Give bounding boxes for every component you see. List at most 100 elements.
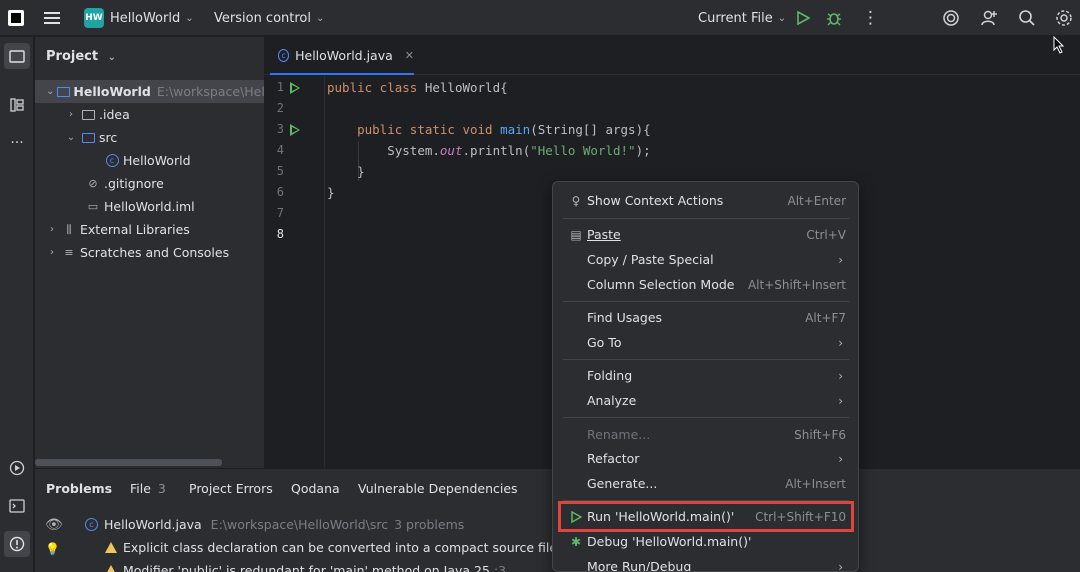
bug-icon [827,13,841,26]
problems-tool-icon[interactable] [4,531,30,557]
structure-tool-icon[interactable] [4,92,30,118]
run-button[interactable] [796,0,810,36]
project-selector[interactable]: HW HelloWorld ⌄ [84,0,194,36]
tab-project-errors[interactable]: Project Errors [189,469,273,507]
tab-qodana[interactable]: Qodana [291,469,340,507]
tree-item-label: .idea [99,107,130,122]
tab-vulnerable-dependencies[interactable]: Vulnerable Dependencies [358,469,518,507]
chevron-right-icon: › [50,247,54,258]
code-line-6: } [327,185,335,200]
menu-item-find-usages[interactable]: Find Usages Alt+F7 [561,305,851,330]
java-class-icon: c [278,48,290,62]
problem-item[interactable]: Modifier 'public' is redundant for 'main… [105,559,506,572]
menu-item-folding[interactable]: Folding › [561,363,851,388]
title-bar: HW HelloWorld ⌄ Version control ⌄ Curren… [0,0,1080,36]
debug-button[interactable] [826,0,842,36]
menu-item-go-to[interactable]: Go To › [561,330,851,355]
more-tools-icon[interactable]: ··· [4,130,30,156]
tree-item-label: src [99,130,118,145]
tree-item-idea[interactable]: › .idea [35,103,264,126]
chevron-right-icon: › [69,109,73,120]
menu-item-more-run-debug[interactable]: More Run/Debug › [561,554,851,572]
tree-item-label: HelloWorld [123,153,191,168]
java-class-icon: c [104,154,120,168]
project-badge: HW [84,8,104,28]
main-menu-button[interactable] [44,0,60,36]
code-line-3: public static void main(String[] args){ [357,122,651,137]
chevron-right-icon: › [838,559,843,572]
tree-item-path: E:\workspace\Hello [156,84,264,99]
menu-separator [563,359,849,360]
bug-icon: ✱ [570,534,582,549]
chevron-right-icon: › [838,252,843,267]
project-panel-title: Project [46,49,99,64]
services-run-icon[interactable] [4,455,30,481]
tree-item-external-libraries[interactable]: › ⫼ External Libraries [35,218,264,241]
play-icon [797,11,810,25]
app-logo-icon [8,0,24,36]
menu-item-copy-paste-special[interactable]: Copy / Paste Special › [561,247,851,272]
menu-item-generate[interactable]: Generate... Alt+Insert [561,471,851,496]
tree-item-label: .gitignore [104,176,164,191]
problem-item[interactable]: Explicit class declaration can be conver… [105,536,573,558]
more-actions-icon[interactable]: ⋮ [862,0,879,36]
search-icon[interactable] [1018,0,1036,36]
project-panel: Project ⌄ ⌄ HelloWorld E:\workspace\Hell… [35,37,264,468]
editor-tab-bar: c HelloWorld.java ✕ [264,37,1080,75]
line-number: 1 [276,80,284,94]
problems-count: 3 problems [394,516,465,532]
eye-icon[interactable]: 👁 [45,517,63,533]
tree-item-label: HelloWorld [73,84,151,99]
run-gutter-play-icon[interactable] [290,82,300,94]
code-line-5: } [357,164,365,179]
settings-gear-icon[interactable] [1055,0,1073,36]
tab-label: HelloWorld.java [295,47,393,63]
code-line-4: System.out.println("Hello World!"); [387,143,651,158]
module-file-icon: ▭ [87,200,99,213]
menu-item-paste[interactable]: ▤ Paste Ctrl+V [561,222,851,247]
hamburger-icon [44,12,60,24]
chevron-right-icon: › [838,368,843,383]
tree-item-scratches[interactable]: › ≡ Scratches and Consoles [35,241,264,264]
tree-item-iml[interactable]: ▭ HelloWorld.iml [35,195,264,218]
menu-item-rename[interactable]: Rename... Shift+F6 [561,422,851,447]
menu-item-run-main[interactable]: Run 'HelloWorld.main()' Ctrl+Shift+F10 [558,501,854,532]
ai-assistant-icon[interactable] [942,0,960,36]
run-gutter-play-icon[interactable] [290,124,300,136]
vcs-selector[interactable]: Version control ⌄ [214,0,324,36]
problems-file-row[interactable]: c HelloWorld.java E:\workspace\HelloWorl… [85,513,464,535]
tree-item-gitignore[interactable]: ⊘ .gitignore [35,172,264,195]
tree-item-label: HelloWorld.iml [104,199,195,214]
play-icon [569,510,583,524]
menu-item-refactor[interactable]: Refactor › [561,446,851,471]
tree-item-helloworld-class[interactable]: c HelloWorld [35,149,264,172]
tab-file[interactable]: File 3 [130,469,166,507]
menu-item-show-context-actions[interactable]: ♀ Show Context Actions Alt+Enter [561,188,851,213]
project-tool-folder-icon[interactable] [4,43,30,69]
line-number: 8 [276,227,284,241]
add-user-icon[interactable] [980,0,998,36]
run-config-selector[interactable]: Current File ⌄ [698,0,786,36]
close-icon[interactable]: ✕ [405,49,414,62]
module-folder-icon [57,85,71,99]
menu-item-column-selection-mode[interactable]: Column Selection Mode Alt+Shift+Insert [561,272,851,297]
project-horizontal-scrollbar[interactable] [35,459,222,466]
tree-item-src[interactable]: ⌄ src [35,126,264,149]
chevron-down-icon: ⌄ [777,12,787,24]
tree-item-helloworld-root[interactable]: ⌄ HelloWorld E:\workspace\Hello [35,80,264,103]
tab-problems[interactable]: Problems [46,469,112,507]
menu-separator [563,218,849,219]
project-panel-header[interactable]: Project ⌄ [46,49,116,64]
bulb-icon[interactable]: 💡 [45,542,60,556]
menu-item-debug-main[interactable]: ✱ Debug 'HelloWorld.main()' [561,529,851,554]
library-icon: ⫼ [66,222,72,236]
gutter-divider [324,76,325,468]
folder-icon [80,108,96,122]
chevron-right-icon: › [838,393,843,408]
menu-item-analyze[interactable]: Analyze › [561,388,851,413]
terminal-icon[interactable] [4,493,30,519]
tab-helloworld-java[interactable]: c HelloWorld.java ✕ [270,37,414,75]
java-class-icon: c [85,517,98,531]
left-tool-strip: ··· [0,37,34,572]
scratches-icon: ≡ [64,246,74,259]
